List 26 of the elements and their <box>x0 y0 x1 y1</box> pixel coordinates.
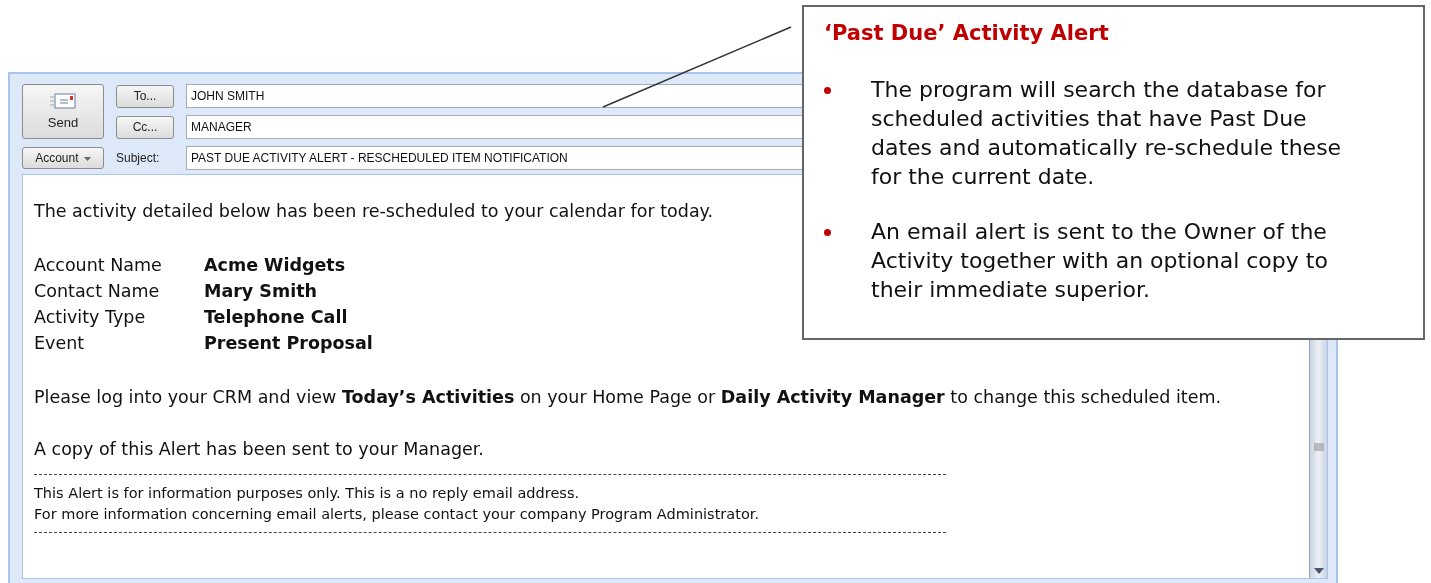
copy-note: A copy of this Alert has been sent to your Manager. <box>34 439 485 459</box>
detail-label: Activity Type <box>34 307 147 327</box>
envelope-icon <box>50 93 76 109</box>
callout-text: An email alert is sent to the Owner of the Activity together with an optional copy to their immediate superior. <box>871 218 1329 304</box>
detail-value: Mary Smith <box>204 281 318 301</box>
account-button[interactable]: Account <box>22 147 104 169</box>
intro-text: The activity detailed below has been re-scheduled to your calendar for today. <box>34 201 715 221</box>
footer-text: This Alert is for information purposes only. This is a no reply email address. <box>34 485 581 501</box>
detail-value: Acme Widgets <box>204 255 347 275</box>
instruction-text: Please log into your CRM and view Today’s Activities on your Home Page or Daily Activity Manager to change this scheduled item. <box>34 387 1223 407</box>
address-button[interactable]: To... <box>116 84 174 108</box>
callout-title: ‘Past Due’ Activity Alert <box>824 21 1110 45</box>
detail-label: Event <box>34 333 86 353</box>
address-button[interactable]: Cc... <box>116 115 174 139</box>
bullet-icon <box>824 87 831 94</box>
scroll-down-icon[interactable] <box>1313 568 1324 574</box>
detail-value: Present Proposal <box>204 333 373 353</box>
grip-icon[interactable] <box>1313 443 1324 451</box>
bullet-icon <box>824 229 831 236</box>
caret-icon <box>83 156 91 161</box>
detail-label: Account Name <box>34 255 163 275</box>
detail-label: Contact Name <box>34 281 161 301</box>
detail-value: Telephone Call <box>204 307 349 327</box>
footer-text: For more information concerning email alerts, please contact your company Program Administrator. <box>34 506 760 522</box>
send-button[interactable]: Send <box>22 84 104 139</box>
subject-label: Subject: <box>116 151 161 165</box>
